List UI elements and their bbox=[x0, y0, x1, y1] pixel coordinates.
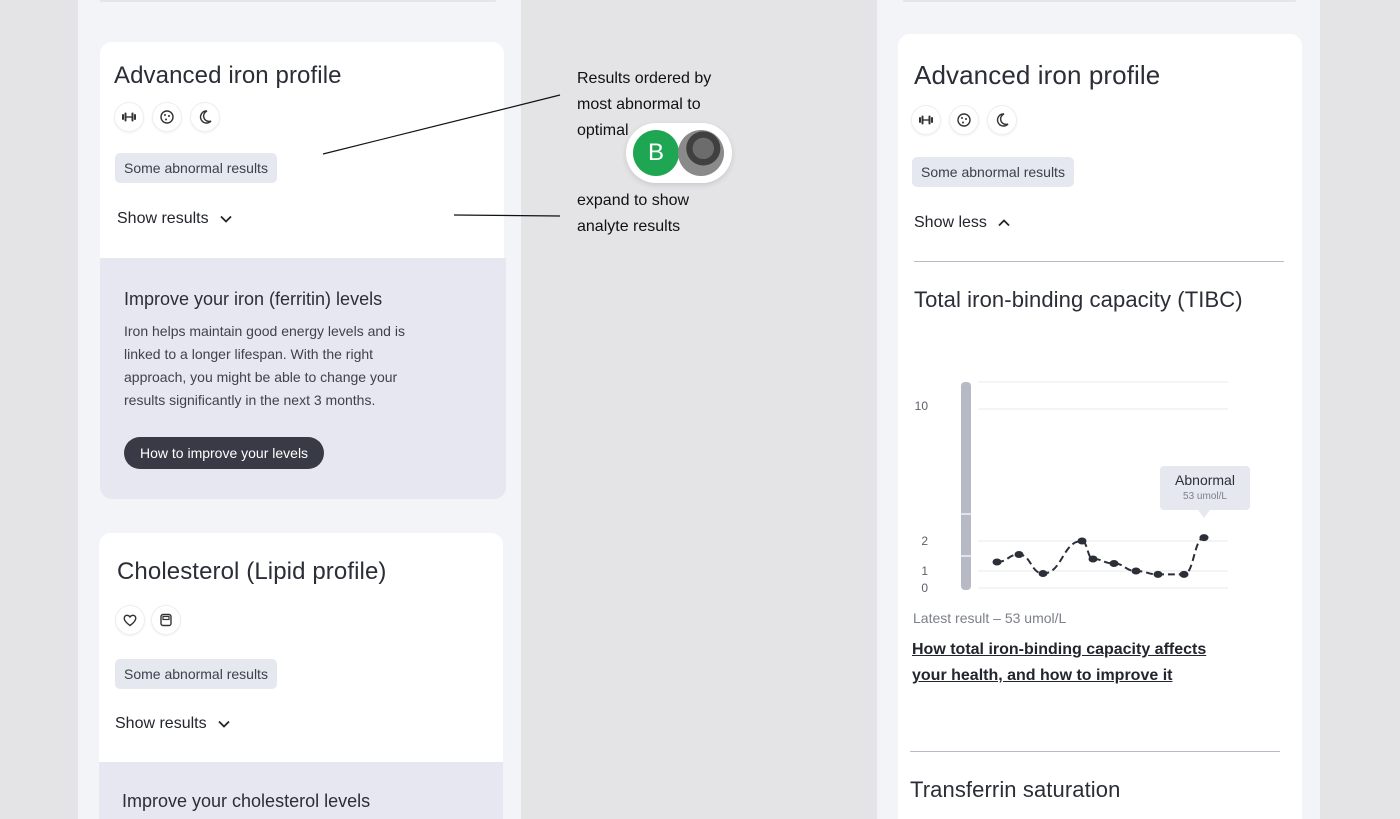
latest-result: Latest result – 53 umol/L bbox=[913, 610, 1067, 626]
data-point bbox=[1109, 560, 1119, 567]
annotation-line: expand to show bbox=[577, 192, 690, 209]
cholesterol-card[interactable]: Cholesterol (Lipid profile) Some abnorma… bbox=[99, 533, 503, 773]
section-divider bbox=[910, 751, 1280, 752]
improve-line: Iron helps maintain good energy levels a… bbox=[124, 323, 405, 339]
data-point bbox=[1088, 555, 1098, 563]
improve-title: Improve your iron (ferritin) levels bbox=[124, 289, 383, 309]
tooltip-pointer bbox=[1198, 510, 1210, 518]
chevron-down-icon bbox=[219, 215, 232, 223]
data-point bbox=[1038, 570, 1048, 578]
avatar[interactable]: B bbox=[633, 130, 679, 176]
annotation-expand: expand to show analyte results bbox=[577, 188, 689, 240]
data-point bbox=[1199, 534, 1209, 542]
y-tick-label: 10 bbox=[915, 399, 929, 413]
card-title: Advanced iron profile bbox=[114, 62, 342, 89]
calendar-icon bbox=[151, 605, 181, 635]
improve-line: results significantly in the next 3 mont… bbox=[124, 392, 376, 408]
y-tick-label: 1 bbox=[921, 564, 928, 578]
tibc-info-link[interactable]: How total iron-binding capacity affects … bbox=[912, 637, 1206, 689]
top-divider bbox=[100, 0, 496, 2]
show-results-toggle[interactable]: Show results bbox=[117, 210, 233, 228]
series-line bbox=[996, 536, 1205, 576]
improve-levels-button[interactable]: How to improve your levels bbox=[124, 437, 325, 469]
top-divider bbox=[903, 0, 1296, 2]
tooltip-label: Abnormal bbox=[1175, 472, 1235, 488]
section-divider bbox=[914, 261, 1284, 262]
improve-cholesterol-panel: Improve your cholesterol levels bbox=[99, 762, 503, 819]
improve-title: Improve your cholesterol levels bbox=[122, 791, 371, 811]
data-point bbox=[1153, 570, 1163, 578]
data-point bbox=[992, 558, 1002, 566]
card-title: Cholesterol (Lipid profile) bbox=[117, 558, 387, 585]
toggle-label: Show results bbox=[117, 210, 209, 227]
card-title: Advanced iron profile bbox=[914, 60, 1161, 90]
chevron-up-icon bbox=[998, 219, 1010, 227]
status-badge: Some abnormal results bbox=[115, 659, 277, 689]
cookie-icon bbox=[152, 102, 182, 132]
tibc-title: Total iron-binding capacity (TIBC) bbox=[914, 287, 1243, 312]
heart-icon bbox=[115, 605, 145, 635]
improve-line: linked to a longer lifespan. With the ri… bbox=[124, 346, 374, 362]
category-icons bbox=[911, 105, 1017, 135]
avatar-photo[interactable] bbox=[678, 130, 724, 176]
chevron-down-icon bbox=[217, 720, 230, 728]
improve-line: approach, you might be able to change yo… bbox=[124, 369, 398, 385]
cookie-icon bbox=[949, 105, 979, 135]
annotation-line: Results ordered by bbox=[577, 70, 712, 87]
y-tick-label: 2 bbox=[921, 534, 928, 548]
y-tick-label: 0 bbox=[921, 581, 928, 594]
category-icons bbox=[114, 102, 220, 132]
show-results-toggle[interactable]: Show results bbox=[115, 715, 231, 733]
moon-icon bbox=[190, 102, 220, 132]
annotation-line: analyte results bbox=[577, 218, 681, 235]
category-icons bbox=[115, 605, 181, 635]
dumbbell-icon bbox=[114, 102, 144, 132]
improve-iron-panel: Improve your iron (ferritin) levels Iron… bbox=[100, 258, 506, 499]
improve-description: Iron helps maintain good energy levels a… bbox=[124, 320, 464, 412]
iron-profile-expanded-card: Advanced iron profile Some abnormal resu… bbox=[898, 34, 1302, 819]
dumbbell-icon bbox=[911, 105, 941, 135]
status-badge: Some abnormal results bbox=[912, 157, 1074, 187]
data-point bbox=[1131, 567, 1141, 575]
toggle-label: Show results bbox=[115, 715, 207, 732]
status-badge: Some abnormal results bbox=[115, 153, 277, 183]
range-bar bbox=[961, 382, 971, 590]
data-point bbox=[1014, 551, 1024, 558]
link-line: your health, and how to improve it bbox=[912, 667, 1173, 684]
data-point bbox=[1179, 570, 1189, 578]
tooltip-value: 53 umol/L bbox=[1183, 491, 1227, 502]
toggle-label: Show less bbox=[914, 214, 987, 231]
iron-profile-card[interactable]: Advanced iron profile Some abnormal resu… bbox=[100, 42, 504, 272]
moon-icon bbox=[987, 105, 1017, 135]
show-less-toggle[interactable]: Show less bbox=[914, 214, 1011, 232]
transferrin-title: Transferrin saturation bbox=[910, 777, 1121, 802]
annotation-line: most abnormal to bbox=[577, 96, 701, 113]
data-point bbox=[1077, 537, 1087, 545]
link-line: How total iron-binding capacity affects bbox=[912, 641, 1207, 658]
tibc-chart: 10210MarJulNovAbnormal53 umol/L bbox=[915, 381, 1250, 594]
